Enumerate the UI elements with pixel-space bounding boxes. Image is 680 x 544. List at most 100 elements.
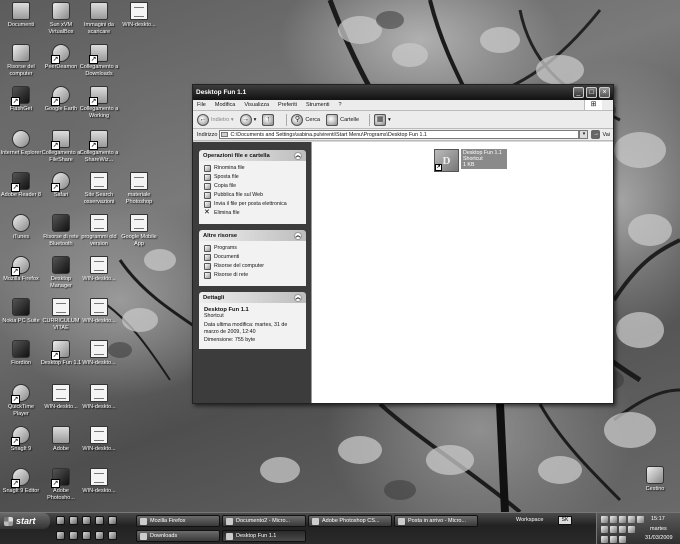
tray-network-icon[interactable] <box>601 516 608 523</box>
start-button[interactable]: start <box>0 513 50 529</box>
quicklaunch-firefox-icon[interactable] <box>95 516 104 525</box>
maximize-button[interactable]: □ <box>586 87 597 98</box>
forward-button[interactable]: → ▾ <box>239 113 256 126</box>
desktop-icon-peerdeamon[interactable]: PeerDeamon <box>40 44 82 71</box>
desktop-icon-risorse-computer[interactable]: Risorse del computer <box>0 44 42 77</box>
quicklaunch-word-icon[interactable] <box>69 531 78 540</box>
desktop-icon-win-desktop-6[interactable]: WIN-deskto... <box>78 384 120 411</box>
quicklaunch-messenger-icon[interactable] <box>108 531 117 540</box>
task-move[interactable]: Sposta file <box>204 174 302 181</box>
desktop-icon-fiordion[interactable]: Fiordiön <box>0 340 42 367</box>
collapse-icon[interactable]: ︽ <box>294 293 302 302</box>
desktop-icon-adobe[interactable]: Adobe <box>40 426 82 453</box>
taskbar-button-firefox[interactable]: Mozilla Firefox <box>136 515 220 527</box>
tray-snagit-icon[interactable] <box>610 536 617 543</box>
desktop-icon-internet-explorer[interactable]: Internet Explorer <box>0 130 42 157</box>
taskbar-button-outlook[interactable]: Posta in arrivo - Micro... <box>394 515 478 527</box>
clock-date[interactable]: 31/03/2009 <box>645 535 673 541</box>
folders-button[interactable]: Cartelle <box>326 113 359 126</box>
desktop-icon-adobe-photoshop[interactable]: Adobe Photosho... <box>40 468 82 501</box>
file-item-desktop-fun[interactable]: D ↗ Desktop Fun 1.1 Shortcut 1 KB <box>434 149 507 172</box>
desktop-icon-win-desktop-7[interactable]: WIN-deskto... <box>78 426 120 453</box>
desktop-icon-win-desktop-8[interactable]: WIN-deskto... <box>78 468 120 495</box>
desktop-icon-adobe-reader[interactable]: Adobe Reader 8 <box>0 172 42 199</box>
panel-header-details[interactable]: Dettagli ︽ <box>199 292 306 303</box>
desktop-icon-desktop-fun[interactable]: Desktop Fun 1.1 <box>40 340 82 367</box>
task-rename[interactable]: Rinomina file <box>204 165 302 172</box>
quicklaunch-explorer-icon[interactable] <box>56 531 65 540</box>
quicklaunch-outlook-icon[interactable] <box>108 516 117 525</box>
up-button[interactable]: ↑ <box>262 113 276 126</box>
desktop-icon-win-desktop-3[interactable]: WIN-deskto... <box>78 298 120 325</box>
desktop-icon-materiale-photoshop[interactable]: materiale Photoshop <box>118 172 160 205</box>
search-button[interactable]: ⚲ Cerca <box>291 113 320 126</box>
language-indicator[interactable]: SK <box>558 516 572 525</box>
task-publish[interactable]: Pubblica file sul Web <box>204 192 302 199</box>
desktop-icon-google-mobile[interactable]: Google Mobile App <box>118 214 160 247</box>
taskbar-button-downloads[interactable]: Downloads <box>136 530 220 542</box>
desktop-icon-working[interactable]: Collegamento a Working <box>78 86 120 119</box>
views-button[interactable]: ▦ ▾ <box>374 113 391 126</box>
taskbar-button-desktop-fun[interactable]: Desktop Fun 1.1 <box>222 530 306 542</box>
tray-itunes-icon[interactable] <box>619 536 626 543</box>
collapse-icon[interactable]: ︽ <box>294 151 302 160</box>
clock-day[interactable]: martes <box>650 526 667 532</box>
tray-quicktime-icon[interactable] <box>628 526 635 533</box>
tray-volume-icon[interactable] <box>610 516 617 523</box>
desktop-icon-nokia-pc-suite[interactable]: Nokia PC Suite <box>0 298 42 325</box>
desktop-icon-flashget[interactable]: FlashGet <box>0 86 42 113</box>
close-button[interactable]: × <box>599 87 610 98</box>
back-button[interactable]: ← Indietro ▾ <box>197 113 234 126</box>
desktop-icon-programmi-old[interactable]: programmi old version <box>78 214 120 247</box>
workspace-label[interactable]: Workspace <box>516 517 543 523</box>
desktop-icon-virtualbox[interactable]: Sun xVM VirtualBox <box>40 2 82 35</box>
quicklaunch-ie-icon[interactable] <box>69 516 78 525</box>
desktop-icon-fileshare[interactable]: Collegamento a FileShare <box>40 130 82 163</box>
quicklaunch-excel-icon[interactable] <box>82 531 91 540</box>
task-copy[interactable]: Copia file <box>204 183 302 190</box>
menu-strumenti[interactable]: Strumenti <box>306 102 330 108</box>
collapse-icon[interactable]: ︽ <box>294 231 302 240</box>
menu-preferiti[interactable]: Preferiti <box>278 102 297 108</box>
desktop-icon-win-desktop-5[interactable]: WIN-deskto... <box>40 384 82 411</box>
desktop-icon-immagini[interactable]: Immagini da scaricare <box>78 2 120 35</box>
desktop-icon-google-earth[interactable]: Google Earth <box>40 86 82 113</box>
desktop-icon-downloads[interactable]: Collegamento a Downloads <box>78 44 120 77</box>
clock-time[interactable]: 15:17 <box>651 516 665 522</box>
desktop-icon-win-desktop-4[interactable]: WIN-deskto... <box>78 340 120 367</box>
window-titlebar[interactable]: Desktop Fun 1.1 _ □ × <box>193 85 613 100</box>
tray-nokia-icon[interactable] <box>619 526 626 533</box>
tray-messenger-icon[interactable] <box>601 526 608 533</box>
task-email[interactable]: Invia il file per posta elettronica <box>204 201 302 208</box>
desktop-icon-snagit-editor[interactable]: SnagIt 9 Editor <box>0 468 42 495</box>
place-documenti[interactable]: Documenti <box>204 254 302 261</box>
address-dropdown-button[interactable]: ▾ <box>579 130 589 139</box>
tray-flashget-icon[interactable] <box>601 536 608 543</box>
place-risorse-computer[interactable]: Risorse del computer <box>204 263 302 270</box>
go-button[interactable]: → Vai <box>591 130 610 139</box>
menu-modifica[interactable]: Modifica <box>215 102 235 108</box>
menu-file[interactable]: File <box>197 102 206 108</box>
quicklaunch-media-icon[interactable] <box>82 516 91 525</box>
place-risorse-rete[interactable]: Risorse di rete <box>204 272 302 279</box>
desktop-icon-bluetooth[interactable]: Risorse di rete Bluetooth <box>40 214 82 247</box>
minimize-button[interactable]: _ <box>573 87 584 98</box>
panel-header-file-tasks[interactable]: Operazioni file e cartella ︽ <box>199 150 306 161</box>
panel-header-other-places[interactable]: Altre risorse ︽ <box>199 230 306 241</box>
menu-visualizza[interactable]: Visualizza <box>244 102 269 108</box>
task-delete[interactable]: ✕ Elimina file <box>204 209 302 217</box>
desktop-icon-win-desktop[interactable]: WIN-deskto... <box>118 2 160 29</box>
desktop-icon-itunes[interactable]: iTunes <box>0 214 42 241</box>
quicklaunch-skype-icon[interactable] <box>95 531 104 540</box>
tray-update-icon[interactable] <box>637 516 644 523</box>
tray-bluetooth-icon[interactable] <box>628 516 635 523</box>
tray-skype-icon[interactable] <box>610 526 617 533</box>
desktop-icon-safari[interactable]: Safari <box>40 172 82 199</box>
desktop-icon-win-desktop-2[interactable]: WIN-deskto... <box>78 256 120 283</box>
desktop-icon-cestino[interactable]: Cestino <box>634 466 676 493</box>
desktop-icon-desktop-manager[interactable]: Desktop Manager <box>40 256 82 289</box>
address-input[interactable]: C:\Documents and Settings\sabina.pulvire… <box>219 130 580 139</box>
quicklaunch-desktop-icon[interactable] <box>56 516 65 525</box>
taskbar-button-photoshop[interactable]: Adobe Photoshop CS... <box>308 515 392 527</box>
desktop-icon-sharewiz[interactable]: Collegamento a ShareWiz... <box>78 130 120 163</box>
